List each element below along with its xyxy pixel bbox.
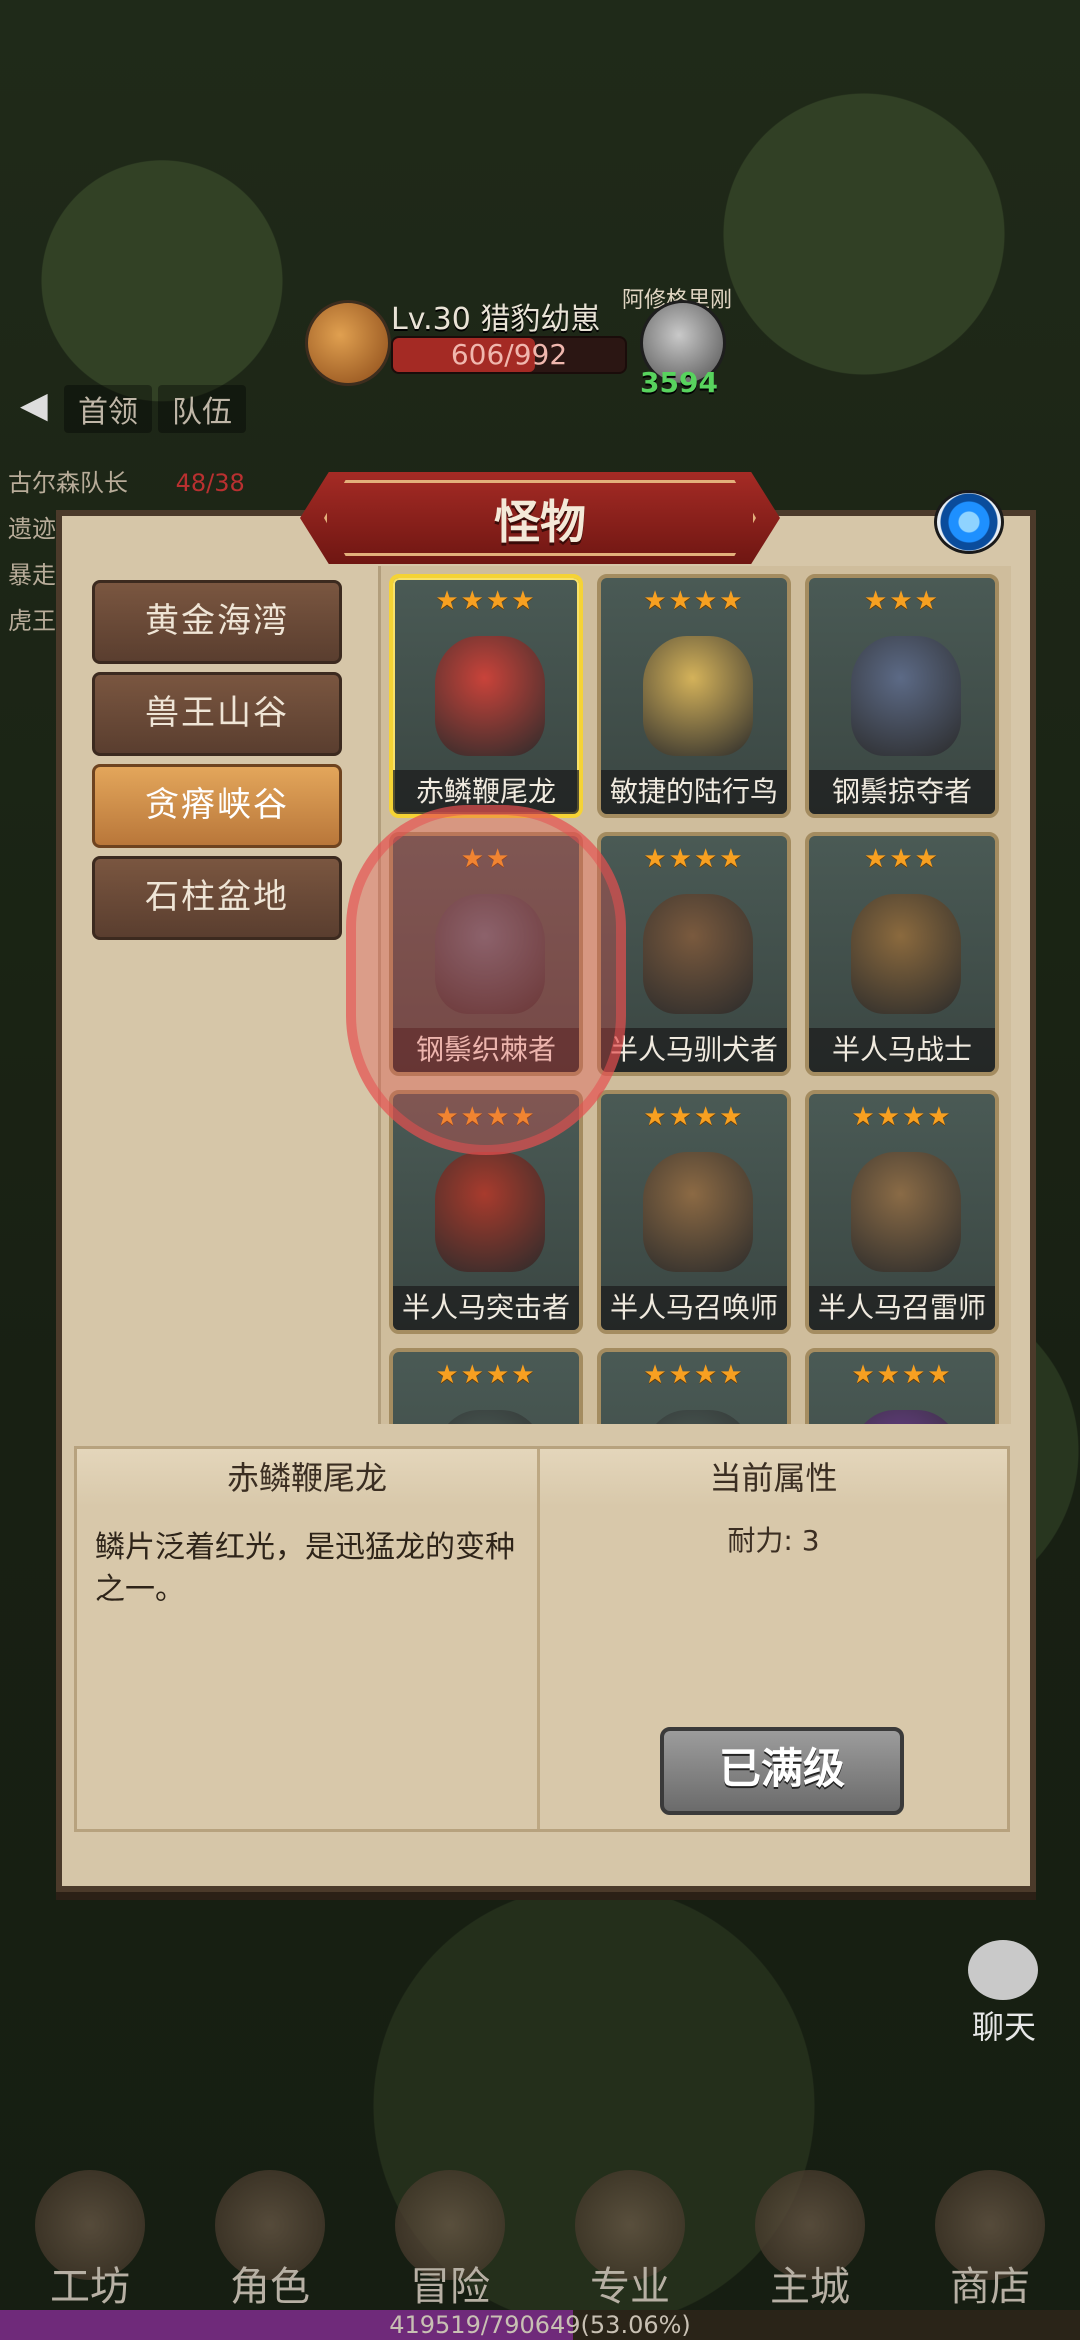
- monster-sprite: [643, 636, 753, 756]
- monster-sprite: [435, 1410, 545, 1424]
- panel-title-banner: 怪物: [300, 472, 780, 564]
- monster-sprite: [851, 894, 961, 1014]
- tab-leader[interactable]: 首领: [64, 385, 152, 433]
- boss-avatar: [305, 300, 391, 386]
- monster-info-right: 当前属性 耐力: 3 已满级: [540, 1449, 1007, 1829]
- nav-label: 角色: [230, 2264, 310, 2310]
- star-rating: ★★★★: [643, 844, 745, 874]
- monster-sprite: [851, 1152, 961, 1272]
- back-arrow-icon[interactable]: ◀: [20, 385, 56, 431]
- monster-card[interactable]: ★★★★ 半人马驯犬者: [597, 832, 791, 1076]
- nav-label: 商店: [950, 2264, 1030, 2310]
- star-rating: ★★★★: [435, 1360, 537, 1390]
- max-level-button[interactable]: 已满级: [660, 1727, 904, 1815]
- panel-title: 怪物: [494, 495, 586, 549]
- monster-name: 半人马召雷师: [809, 1286, 995, 1330]
- star-rating: ★★★★: [851, 1360, 953, 1390]
- monster-info: 赤鳞鞭尾龙 鳞片泛着红光，是迅猛龙的变种之一。 当前属性 耐力: 3 已满级: [74, 1446, 1010, 1832]
- monster-card[interactable]: ★★★★ 赤鳞鞭尾龙: [389, 574, 583, 818]
- monster-name: 半人马战士: [809, 1028, 995, 1072]
- star-rating: ★★★★: [851, 1102, 953, 1132]
- attr-title: 当前属性: [540, 1449, 1007, 1507]
- monster-name: 钢鬃掠夺者: [809, 770, 995, 814]
- star-rating: ★★★: [864, 586, 940, 616]
- nav-workshop[interactable]: 工坊: [20, 2170, 160, 2310]
- monster-card[interactable]: ★★★★ 半人马召雷师: [805, 1090, 999, 1334]
- region-button-beast-valley[interactable]: 兽王山谷: [92, 672, 342, 756]
- nav-label: 主城: [770, 2264, 850, 2310]
- attr-stamina: 耐力: 3: [727, 1524, 820, 1557]
- enemy-power: 3594: [640, 366, 718, 399]
- xp-bar: 419519/790649(53.06%): [0, 2310, 1080, 2340]
- monster-sprite: [435, 636, 545, 756]
- tab-team[interactable]: 队伍: [158, 385, 246, 433]
- annotation-circle: [346, 805, 626, 1155]
- nav-label: 专业: [590, 2264, 670, 2310]
- monster-sprite: [643, 1410, 753, 1424]
- chat-icon[interactable]: [968, 1940, 1038, 2000]
- boss-hp-text: 606/992: [450, 338, 568, 371]
- star-rating: ★★★★: [643, 1102, 745, 1132]
- region-button-barren-canyon[interactable]: 贪瘠峡谷: [92, 764, 342, 848]
- left-list-hp: 48/38: [175, 469, 245, 497]
- monster-card[interactable]: ★★★★ 敏捷的陆行鸟: [597, 574, 791, 818]
- monster-card[interactable]: ★★★ 钢鬃掠夺者: [805, 574, 999, 818]
- star-rating: ★★★: [864, 844, 940, 874]
- monster-card[interactable]: ★★★★ 半人马召唤师: [597, 1090, 791, 1334]
- star-rating: ★★★★: [643, 1360, 745, 1390]
- region-button-golden-bay[interactable]: 黄金海湾: [92, 580, 342, 664]
- eye-icon[interactable]: [934, 490, 1004, 554]
- monster-card[interactable]: ★★★★: [805, 1348, 999, 1424]
- nav-shop[interactable]: 商店: [920, 2170, 1060, 2310]
- boss-hp-bar: 606/992: [391, 336, 627, 374]
- chat-label[interactable]: 聊天: [972, 2002, 1036, 2048]
- star-rating: ★★★★: [643, 586, 745, 616]
- nav-main-city[interactable]: 主城: [740, 2170, 880, 2310]
- xp-text: 419519/790649(53.06%): [389, 2311, 691, 2339]
- monster-name: 敏捷的陆行鸟: [601, 770, 787, 814]
- monster-sprite: [435, 1152, 545, 1272]
- monster-card[interactable]: ★★★★: [597, 1348, 791, 1424]
- nav-adventure[interactable]: 冒险: [380, 2170, 520, 2310]
- nav-profession[interactable]: 专业: [560, 2170, 700, 2310]
- star-rating: ★★★★: [435, 586, 537, 616]
- bottom-nav: 工坊 角色 冒险 专业 主城 商店: [0, 2170, 1080, 2310]
- monster-name: 半人马召唤师: [601, 1286, 787, 1330]
- top-tabs: 首领 队伍: [64, 385, 246, 433]
- nav-label: 冒险: [410, 2264, 490, 2310]
- monster-info-left: 赤鳞鞭尾龙 鳞片泛着红光，是迅猛龙的变种之一。: [77, 1449, 540, 1829]
- left-list-label: 古尔森队长: [8, 469, 128, 497]
- monster-sprite: [643, 894, 753, 1014]
- left-list-item: 古尔森队长 48/38: [8, 460, 245, 506]
- monster-name: 半人马突击者: [393, 1286, 579, 1330]
- nav-character[interactable]: 角色: [200, 2170, 340, 2310]
- monster-sprite: [851, 1410, 961, 1424]
- monster-sprite: [851, 636, 961, 756]
- region-list: 黄金海湾 兽王山谷 贪瘠峡谷 石柱盆地: [92, 580, 342, 948]
- monster-card[interactable]: ★★★ 半人马战士: [805, 832, 999, 1076]
- boss-name: Lv.30 猎豹幼崽: [391, 302, 601, 337]
- monster-description: 鳞片泛着红光，是迅猛龙的变种之一。: [95, 1530, 515, 1607]
- region-button-pillar-basin[interactable]: 石柱盆地: [92, 856, 342, 940]
- monster-card[interactable]: ★★★★: [389, 1348, 583, 1424]
- nav-label: 工坊: [50, 2264, 130, 2310]
- monster-name: 半人马驯犬者: [601, 1028, 787, 1072]
- monster-sprite: [643, 1152, 753, 1272]
- monster-info-name: 赤鳞鞭尾龙: [77, 1449, 537, 1507]
